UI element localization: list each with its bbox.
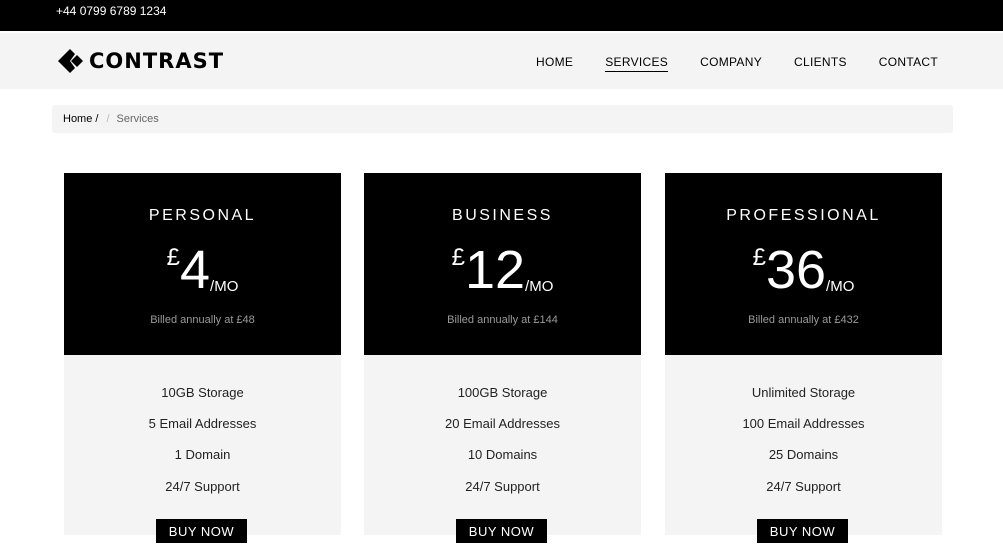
price-period: /MO [826, 278, 855, 295]
breadcrumb-current: Services [116, 113, 159, 125]
feature-storage: 10GB Storage [161, 385, 244, 400]
price-currency: £ [166, 244, 180, 271]
buy-now-button[interactable]: BUY NOW [757, 519, 848, 543]
main-nav: HOME SERVICES COMPANY CLIENTS CONTACT [504, 55, 938, 72]
navbar: CONTRAST HOME SERVICES COMPANY CLIENTS C… [0, 31, 1003, 89]
feature-support: 24/7 Support [766, 479, 841, 494]
breadcrumb-home[interactable]: Home / [63, 113, 98, 125]
feature-support: 24/7 Support [165, 479, 240, 494]
feature-email: 5 Email Addresses [148, 416, 257, 431]
pricing-card-features: Unlimited Storage 100 Email Addresses 25… [665, 355, 942, 543]
plan-price: £ 12 /MO [364, 239, 641, 301]
price-currency: £ [451, 244, 465, 271]
plan-name: PROFESSIONAL [726, 207, 881, 224]
pricing-card-header: BUSINESS £ 12 /MO Billed annually at £14… [364, 173, 641, 355]
logo[interactable]: CONTRAST [58, 46, 224, 76]
pricing-card-professional: PROFESSIONAL £ 36 /MO Billed annually at… [665, 173, 942, 543]
pricing-card-personal: PERSONAL £ 4 /MO Billed annually at £48 … [64, 173, 341, 543]
top-bar: +44 0799 6789 1234 [0, 0, 1003, 31]
brand-name: CONTRAST [89, 49, 225, 73]
feature-domains: 25 Domains [768, 447, 839, 462]
plan-name: PERSONAL [148, 207, 257, 224]
feature-email: 100 Email Addresses [742, 416, 865, 431]
billing-note: Billed annually at £432 [748, 314, 859, 326]
price-period: /MO [525, 278, 554, 295]
price-amount: 36 [765, 240, 827, 300]
breadcrumb-separator: / [106, 113, 110, 125]
pricing-card-features: 100GB Storage 20 Email Addresses 10 Doma… [364, 355, 641, 543]
price-amount: 12 [464, 240, 526, 300]
price-period: /MO [210, 278, 239, 295]
feature-storage: Unlimited Storage [751, 385, 856, 400]
pricing-card-header: PROFESSIONAL £ 36 /MO Billed annually at… [665, 173, 942, 355]
pricing-card-header: PERSONAL £ 4 /MO Billed annually at £48 [64, 173, 341, 355]
plan-price: £ 4 /MO [64, 239, 341, 301]
feature-domains: 10 Domains [467, 447, 538, 462]
breadcrumb: Home / / Services [52, 105, 953, 133]
pricing-card-features: 10GB Storage 5 Email Addresses 1 Domain … [64, 355, 341, 543]
plan-name: BUSINESS [452, 207, 553, 224]
price-currency: £ [752, 244, 766, 271]
diamond-logo-icon [58, 49, 83, 73]
feature-support: 24/7 Support [465, 479, 540, 494]
plan-price: £ 36 /MO [665, 239, 942, 301]
buy-now-button[interactable]: BUY NOW [456, 519, 547, 543]
nav-contact[interactable]: CONTACT [879, 55, 938, 72]
feature-storage: 100GB Storage [457, 385, 548, 400]
billing-note: Billed annually at £48 [150, 314, 255, 326]
nav-company[interactable]: COMPANY [700, 55, 762, 72]
billing-note: Billed annually at £144 [447, 314, 558, 326]
nav-home[interactable]: HOME [536, 55, 573, 72]
nav-clients[interactable]: CLIENTS [794, 55, 847, 72]
nav-services[interactable]: SERVICES [605, 55, 669, 72]
pricing-card-business: BUSINESS £ 12 /MO Billed annually at £14… [364, 173, 641, 543]
buy-now-button[interactable]: BUY NOW [156, 519, 247, 543]
price-amount: 4 [179, 240, 211, 300]
phone-number: +44 0799 6789 1234 [56, 4, 167, 18]
feature-domains: 1 Domain [174, 447, 231, 462]
feature-email: 20 Email Addresses [445, 416, 560, 431]
